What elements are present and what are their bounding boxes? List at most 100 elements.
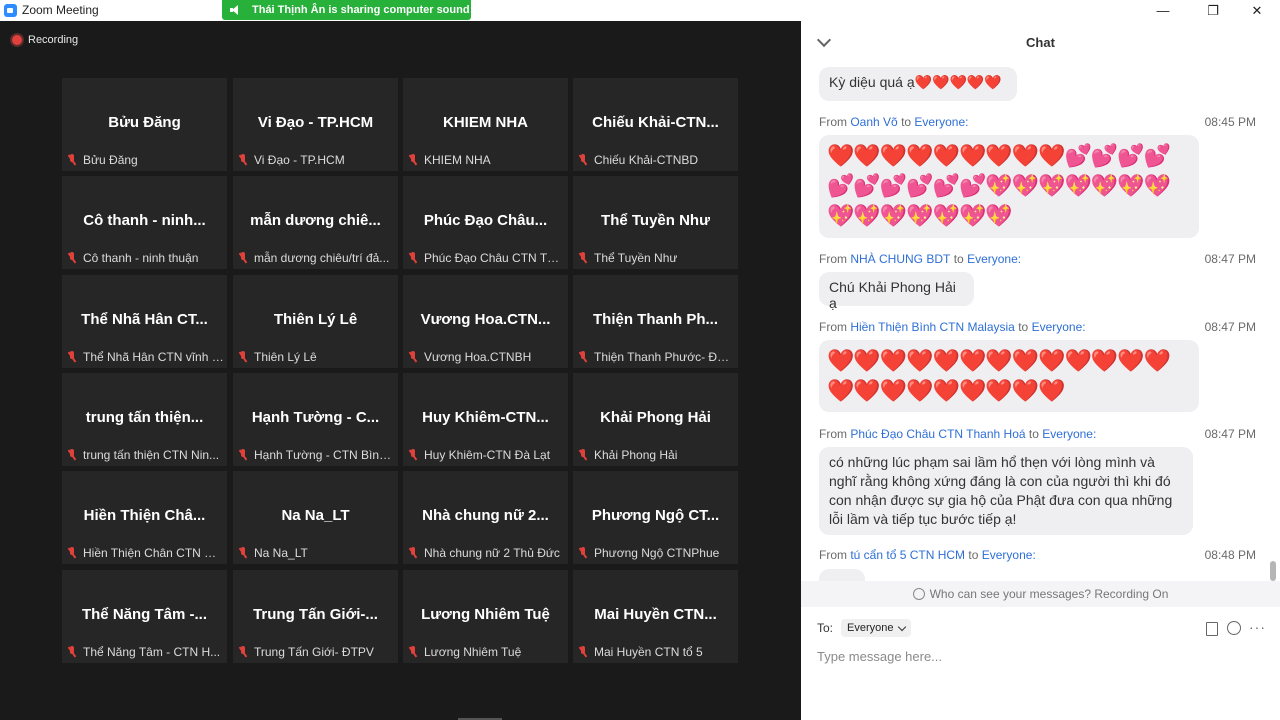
- message-time: 08:47 PM: [1204, 427, 1256, 441]
- speaker-icon: [230, 5, 240, 15]
- participant-tile[interactable]: Hạnh Tường - C... Hạnh Tường - CTN Bình .…: [233, 373, 398, 466]
- close-button[interactable]: ✕: [1234, 0, 1280, 21]
- participant-label-text: Cô thanh - ninh thuận: [83, 251, 199, 265]
- to-word: to: [1018, 320, 1029, 334]
- recipient-row: To: Everyone: [817, 619, 911, 637]
- participant-tile[interactable]: trung tấn thiện... trung tấn thiện CTN Ni…: [62, 373, 227, 466]
- participant-label: Thiên Lý Lê: [236, 349, 395, 365]
- participant-tile[interactable]: Huy Khiêm-CTN... Huy Khiêm-CTN Đà Lạt: [403, 373, 568, 466]
- chat-message-bubble: Chú Khải Phong Hải ạ: [819, 272, 974, 311]
- participant-name: Phúc Đạo Châu...: [423, 212, 548, 229]
- recipient-name[interactable]: Everyone:: [967, 252, 1021, 266]
- participant-name: Thiện Thanh Ph...: [593, 311, 718, 328]
- participant-label: Phương Ngộ CTNPhue: [576, 545, 735, 561]
- mic-muted-icon: [67, 351, 77, 363]
- participant-tile[interactable]: Vi Đạo - TP.HCM Vi Đạo - TP.HCM: [233, 78, 398, 171]
- participant-label: Hạnh Tường - CTN Bình ...: [236, 447, 395, 463]
- participant-name: mẫn dương chiê...: [250, 212, 381, 229]
- participant-tile[interactable]: Lương Nhiêm Tuệ Lương Nhiêm Tuệ: [403, 570, 568, 663]
- sharing-sound-banner[interactable]: Thái Thịnh Ân is sharing computer sound: [222, 0, 471, 20]
- participant-tile[interactable]: Phương Ngộ CT... Phương Ngộ CTNPhue: [573, 471, 738, 564]
- mic-muted-icon: [408, 351, 418, 363]
- chat-messages[interactable]: Kỳ diệu quá ạ❤️❤️❤️❤️❤️ From Oanh Võ to …: [801, 63, 1280, 581]
- chat-scrollbar[interactable]: [1270, 65, 1276, 581]
- chevron-down-icon: [897, 622, 906, 631]
- zoom-icon: [4, 4, 17, 17]
- message-time: 08:47 PM: [1204, 252, 1256, 266]
- video-gallery: Recording Bửu Đăng Bửu Đăng Vi Đạo - TP.HC…: [0, 21, 801, 720]
- chat-message-text: ❤️❤️❤️❤️❤️❤️❤️❤️❤️❤️❤️❤️❤️❤️❤️❤️❤️❤️❤️❤️…: [827, 348, 1171, 403]
- chat-title: Chat: [1026, 35, 1055, 50]
- mic-muted-icon: [408, 547, 418, 559]
- participant-label: Cô thanh - ninh thuận: [65, 250, 224, 266]
- recipient-name[interactable]: Everyone:: [1032, 320, 1086, 334]
- participant-label: mẫn dương chiêu/trí đả...: [236, 250, 395, 266]
- participant-label: Vi Đạo - TP.HCM: [236, 152, 395, 168]
- participant-label: Thể Nhã Hân CTN vĩnh l...: [65, 349, 224, 365]
- participant-name: Thể Năng Tâm -...: [81, 606, 207, 623]
- participant-tile[interactable]: Thể Tuyền Như Thể Tuyền Như: [573, 176, 738, 269]
- participant-tile[interactable]: Bửu Đăng Bửu Đăng: [62, 78, 227, 171]
- chat-message-text: Kỳ diệu quá ạ❤️❤️❤️❤️❤️: [829, 74, 1002, 90]
- recipient-name[interactable]: Everyone:: [982, 548, 1036, 562]
- participant-tile[interactable]: Trung Tấn Giới-... Trung Tấn Giới- ĐTPV: [233, 570, 398, 663]
- participant-label-text: Vương Hoa.CTNBH: [424, 350, 532, 364]
- participant-label: Chiếu Khải-CTNBD: [576, 152, 735, 168]
- file-icon[interactable]: [1206, 622, 1218, 636]
- participant-tile[interactable]: Thể Năng Tâm -... Thể Năng Tâm - CTN H...: [62, 570, 227, 663]
- sender-name[interactable]: Oanh Võ: [850, 115, 897, 129]
- recipient-select[interactable]: Everyone: [841, 619, 911, 637]
- participant-tile[interactable]: Hiền Thiện Châ... Hiền Thiện Chân CTN M..…: [62, 471, 227, 564]
- participant-tile[interactable]: KHIEM NHA KHIEM NHA: [403, 78, 568, 171]
- chat-message-bubble: ❤️❤️❤️❤️❤️❤️❤️❤️❤️❤️❤️❤️❤️❤️❤️❤️❤️❤️❤️❤️…: [819, 340, 1199, 412]
- message-time: 08:45 PM: [1204, 115, 1256, 129]
- participant-label-text: Nhà chung nữ 2 Thủ Đức: [424, 546, 560, 560]
- sender-name[interactable]: Hiền Thiện Bình CTN Malaysia: [850, 320, 1015, 334]
- participant-tile[interactable]: Nhà chung nữ 2... Nhà chung nữ 2 Thủ Đức: [403, 471, 568, 564]
- participant-label: Huy Khiêm-CTN Đà Lạt: [406, 447, 565, 463]
- participant-name: Vi Đạo - TP.HCM: [257, 114, 374, 131]
- participant-label: Hiền Thiện Chân CTN M...: [65, 545, 224, 561]
- participant-tile[interactable]: Na Na_LT Na Na_LT: [233, 471, 398, 564]
- emoji-icon[interactable]: [1227, 621, 1241, 635]
- recording-indicator[interactable]: Recording: [12, 34, 78, 46]
- sender-name[interactable]: tú cẩn tổ 5 CTN HCM: [850, 548, 965, 562]
- participant-name: Huy Khiêm-CTN...: [422, 409, 549, 426]
- participant-label-text: Hiền Thiện Chân CTN M...: [83, 546, 224, 560]
- mic-muted-icon: [578, 449, 588, 461]
- participant-label: Thiện Thanh Phước- ĐT ...: [576, 349, 735, 365]
- recipient-name[interactable]: Everyone:: [914, 115, 968, 129]
- participant-name: Khải Phong Hải: [600, 409, 711, 426]
- participant-tile[interactable]: Chiếu Khải-CTN... Chiếu Khải-CTNBD: [573, 78, 738, 171]
- participant-tile[interactable]: Khải Phong Hải Khải Phong Hải: [573, 373, 738, 466]
- sender-name[interactable]: Phúc Đạo Châu CTN Thanh Hoá: [850, 427, 1025, 441]
- participant-tile[interactable]: Vương Hoa.CTN... Vương Hoa.CTNBH: [403, 275, 568, 368]
- participant-name: KHIEM NHA: [443, 114, 528, 131]
- mic-muted-icon: [408, 252, 418, 264]
- mic-muted-icon: [408, 154, 418, 166]
- participant-label-text: Phúc Đạo Châu CTN Tha...: [424, 251, 565, 265]
- participant-tile[interactable]: Thiện Thanh Ph... Thiện Thanh Phước- ĐT .…: [573, 275, 738, 368]
- participant-tile[interactable]: mẫn dương chiê... mẫn dương chiêu/trí đả.…: [233, 176, 398, 269]
- message-input[interactable]: [815, 645, 1259, 667]
- participant-tile[interactable]: Mai Huyền CTN... Mai Huyền CTN tổ 5: [573, 570, 738, 663]
- participant-label: Thể Tuyền Như: [576, 250, 735, 266]
- participant-label: Phúc Đạo Châu CTN Tha...: [406, 250, 565, 266]
- privacy-note[interactable]: Who can see your messages? Recording On: [801, 581, 1280, 607]
- maximize-button[interactable]: ❐: [1190, 0, 1236, 21]
- participant-name: Lương Nhiêm Tuệ: [421, 606, 550, 623]
- participant-tile[interactable]: Thiên Lý Lê Thiên Lý Lê: [233, 275, 398, 368]
- mic-muted-icon: [238, 154, 248, 166]
- participant-name: Na Na_LT: [281, 507, 350, 524]
- participant-tile[interactable]: Thể Nhã Hân CT... Thể Nhã Hân CTN vĩnh l.…: [62, 275, 227, 368]
- participant-tile[interactable]: Phúc Đạo Châu... Phúc Đạo Châu CTN Tha...: [403, 176, 568, 269]
- minimize-button[interactable]: —: [1140, 0, 1186, 21]
- participant-label: Thể Năng Tâm - CTN H...: [65, 644, 224, 660]
- recipient-name[interactable]: Everyone:: [1042, 427, 1096, 441]
- scrollbar-thumb[interactable]: [1270, 561, 1276, 581]
- participant-label: Mai Huyền CTN tổ 5: [576, 644, 735, 660]
- sender-name[interactable]: NHÀ CHUNG BDT: [850, 252, 950, 266]
- to-word: to: [968, 548, 979, 562]
- participant-tile[interactable]: Cô thanh - ninh... Cô thanh - ninh thuận: [62, 176, 227, 269]
- more-icon[interactable]: ···: [1249, 619, 1266, 635]
